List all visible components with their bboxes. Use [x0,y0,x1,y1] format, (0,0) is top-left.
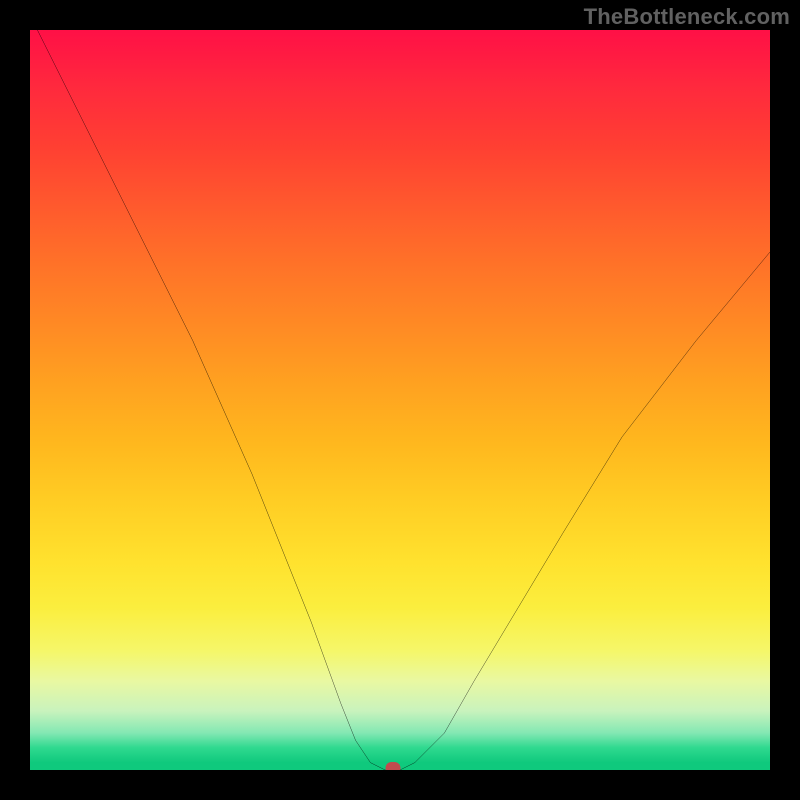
chart-frame: TheBottleneck.com [0,0,800,800]
plot-area [30,30,770,770]
minimum-marker [385,762,400,770]
bottleneck-curve [30,30,770,770]
watermark-text: TheBottleneck.com [584,4,790,30]
curve-path [30,30,770,770]
